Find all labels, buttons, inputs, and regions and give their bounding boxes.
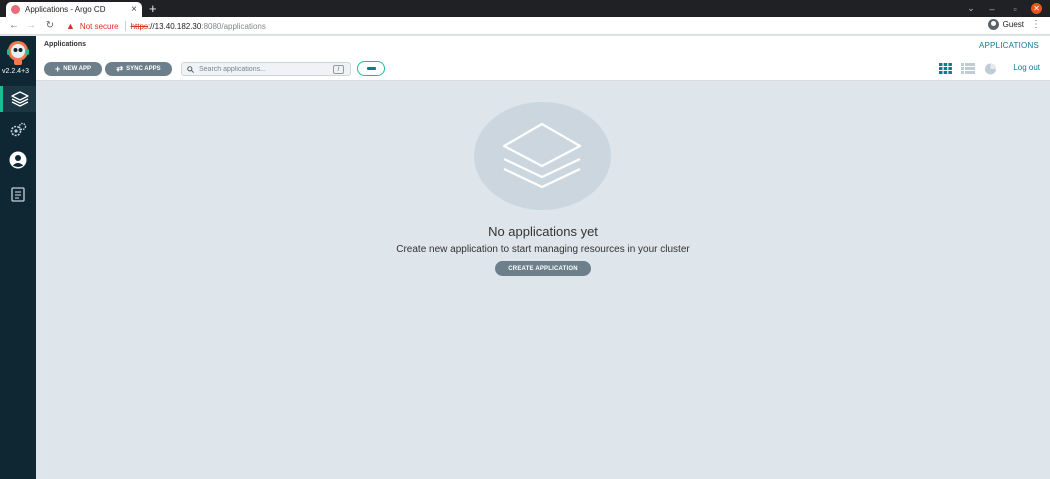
sidebar-item-documentation[interactable] — [0, 181, 36, 207]
layers-icon — [10, 91, 29, 107]
address-bar[interactable]: ▲ Not secure https://13.40.182.30:8080/a… — [66, 18, 266, 34]
window-close-button[interactable]: ✕ — [1031, 3, 1042, 14]
docs-icon — [11, 186, 25, 202]
page-header: Applications APPLICATIONS + NEW APP ⇄ SY… — [36, 36, 1050, 81]
sync-apps-button[interactable]: ⇄ SYNC APPS — [105, 62, 172, 76]
summary-view-icon[interactable] — [984, 63, 997, 75]
minus-icon — [366, 67, 376, 70]
url-scheme: https — [130, 21, 148, 31]
user-circle-icon — [9, 151, 27, 169]
layers-icon — [502, 122, 582, 189]
back-arrow-icon[interactable]: ← — [7, 20, 21, 31]
new-app-button[interactable]: + NEW APP — [44, 62, 102, 76]
sidebar: v2.2.4+3 — [0, 36, 36, 479]
forward-arrow-icon[interactable]: → — [24, 20, 38, 31]
tab-close-icon[interactable]: × — [131, 4, 137, 15]
search-box[interactable]: / — [181, 62, 351, 76]
browser-menu-icon[interactable]: ⋮ — [1031, 19, 1041, 30]
plus-icon: + — [54, 64, 61, 74]
url-host: ://13.40.182.30 — [147, 21, 202, 31]
empty-state-title: No applications yet — [488, 224, 598, 239]
tiles-view-icon[interactable] — [939, 63, 952, 74]
empty-state-illustration — [474, 102, 611, 210]
search-icon — [187, 65, 194, 73]
logout-link[interactable]: Log out — [1013, 63, 1040, 72]
profile-name: Guest — [1002, 20, 1024, 29]
tab-search-chevron-icon[interactable]: ⌄ — [966, 2, 976, 15]
argo-logo-icon[interactable] — [5, 40, 31, 66]
restore-button[interactable]: ▫ — [1010, 2, 1020, 15]
not-secure-label[interactable]: Not secure — [80, 22, 119, 31]
version-label: v2.2.4+3 — [2, 68, 30, 75]
omnibox-divider — [124, 21, 126, 31]
gears-icon — [10, 122, 27, 137]
filters-toggle[interactable] — [357, 61, 385, 76]
create-application-button[interactable]: CREATE APPLICATION — [495, 261, 591, 276]
new-tab-button[interactable]: + — [149, 1, 157, 16]
browser-tab[interactable]: Applications - Argo CD × — [6, 2, 142, 17]
url-path: :8080/applications — [201, 21, 266, 31]
browser-tabstrip: Applications - Argo CD × + ⌄ – ▫ ✕ — [0, 0, 1050, 17]
sidebar-item-settings[interactable] — [0, 117, 36, 143]
profile-button[interactable]: Guest — [987, 19, 1024, 30]
search-shortcut-hint: / — [333, 65, 344, 74]
sync-apps-label: SYNC APPS — [126, 66, 161, 72]
browser-toolbar: ← → ↻ ▲ Not secure https://13.40.182.30:… — [0, 17, 1050, 35]
sidebar-item-applications[interactable] — [0, 86, 36, 112]
sidebar-item-user-info[interactable] — [0, 147, 36, 173]
breadcrumb-applications[interactable]: APPLICATIONS — [979, 41, 1039, 50]
guest-avatar-icon — [987, 19, 999, 30]
warning-triangle-icon: ▲ — [66, 21, 75, 31]
search-input[interactable] — [199, 65, 329, 73]
list-view-icon[interactable] — [961, 63, 975, 74]
empty-state-subtitle: Create new application to start managing… — [396, 244, 690, 255]
sync-icon: ⇄ — [116, 64, 124, 73]
minimize-button[interactable]: – — [987, 2, 997, 15]
reload-icon[interactable]: ↻ — [43, 20, 57, 31]
new-app-label: NEW APP — [63, 66, 92, 72]
argo-favicon-icon — [11, 5, 20, 14]
tab-title: Applications - Argo CD — [25, 5, 106, 14]
page-title: Applications — [44, 41, 87, 48]
